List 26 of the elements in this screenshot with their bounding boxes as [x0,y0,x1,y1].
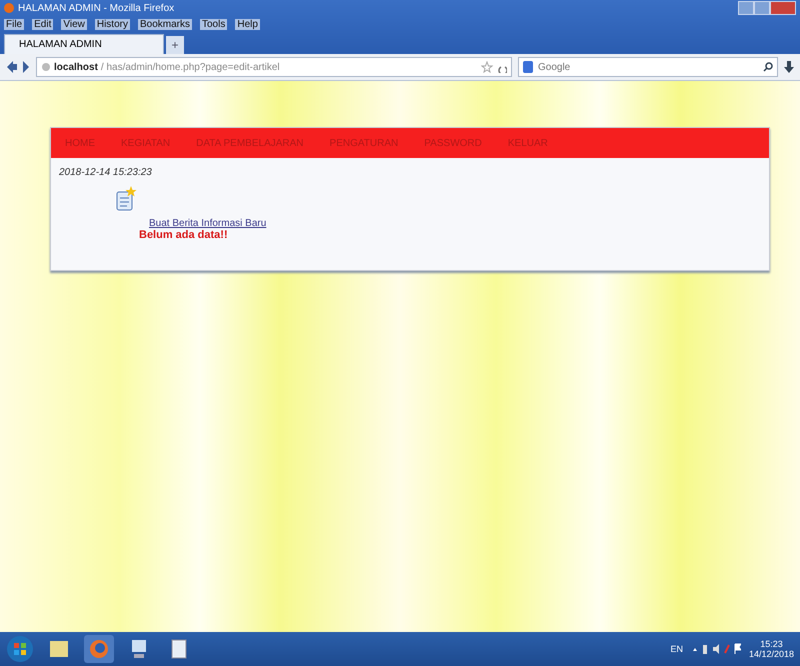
empty-message: Belum ada data!! [139,229,229,241]
back-forward-icon[interactable] [6,60,30,74]
address-bar[interactable]: localhost / has/admin/home.php?page=edit-artikel [36,57,512,77]
search-box[interactable]: Google [518,57,778,77]
download-icon[interactable] [784,61,794,73]
menu-item[interactable]: Bookmarks [138,18,192,30]
bookmark-reload-icon[interactable] [481,61,507,73]
tray-icons[interactable] [690,643,741,655]
menu-item[interactable]: View [61,18,87,30]
language-indicator[interactable]: EN [670,644,683,654]
menu-item[interactable]: File [4,18,24,30]
search-icon[interactable] [763,62,773,72]
menu-item[interactable]: Help [235,18,260,30]
menu-item[interactable]: Edit [32,18,54,30]
clock-date[interactable]: 14/12/2018 [748,649,794,659]
clock-time[interactable]: 15:23 [760,639,783,649]
new-article-link[interactable]: Buat Berita Informasi Baru [149,218,266,229]
close-button[interactable] [770,1,796,15]
window-title: HALAMAN ADMIN - Mozilla Firefox [18,2,174,14]
new-tab-button[interactable]: + [166,36,184,54]
start-button[interactable] [6,635,34,663]
menu-item[interactable]: Tools [200,18,228,30]
browser-tab[interactable]: HALAMAN ADMIN [4,34,164,54]
note-star-icon[interactable] [115,186,137,212]
menu-item[interactable]: History [94,18,130,30]
timestamp: 2018-12-14 15:23:23 [59,167,152,178]
